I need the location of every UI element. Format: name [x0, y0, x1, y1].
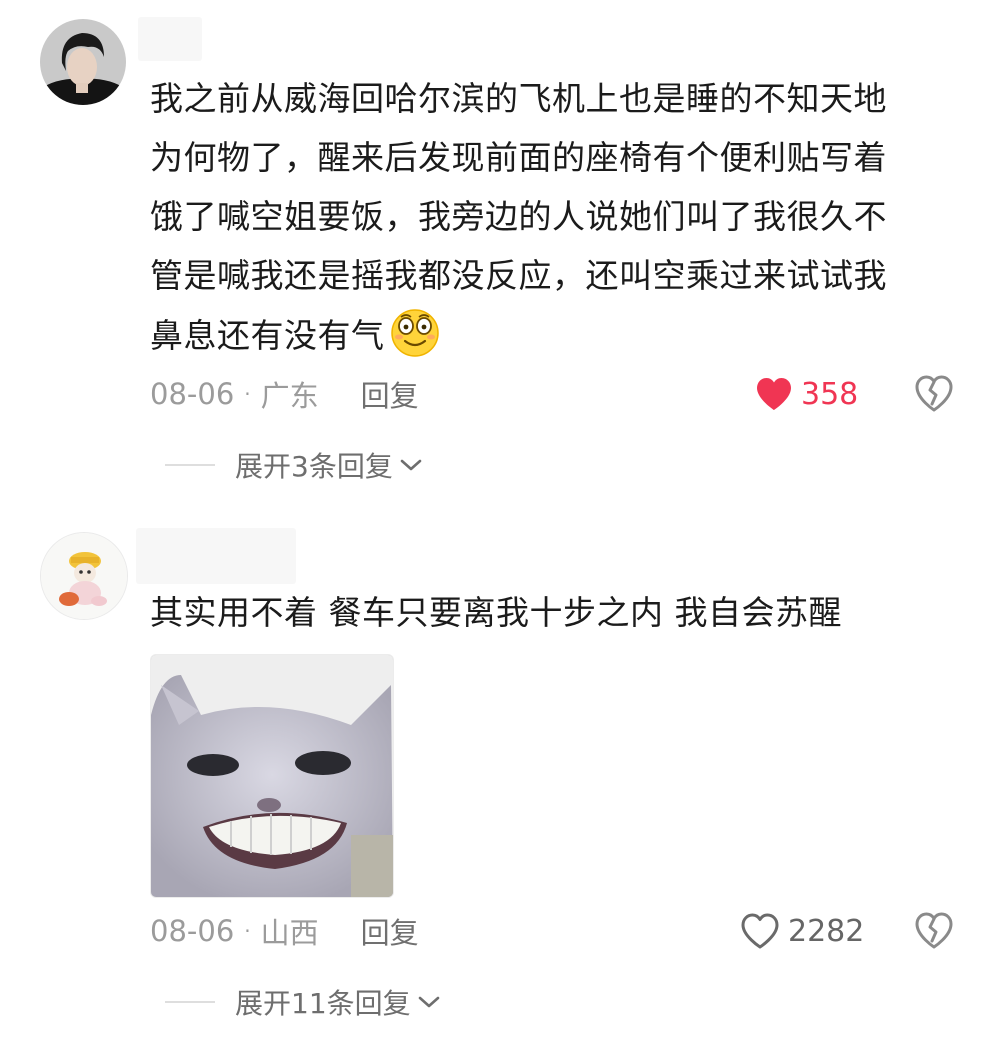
smiling-cat-meme-image[interactable] — [150, 654, 394, 898]
separator-dot: · — [244, 382, 251, 406]
avatar-image — [41, 533, 127, 619]
comment-meta: 08-06 · 山西 回复 — [150, 911, 419, 951]
username-redacted[interactable] — [136, 528, 296, 584]
broken-heart-icon — [915, 912, 953, 949]
comment-line-last: 鼻息还有没有气 — [150, 305, 950, 375]
dislike-button[interactable] — [914, 374, 954, 414]
divider-line — [165, 464, 215, 466]
dislike-button[interactable] — [914, 911, 954, 951]
chevron-down-icon — [418, 996, 439, 1008]
like-count: 358 — [801, 376, 859, 412]
comment-line: 为何物了，醒来后发现前面的座椅有个便利贴写着 — [150, 138, 887, 177]
dazed-face-emoji-icon — [387, 305, 443, 375]
comment-line: 管是喊我还是摇我都没反应，还叫空乘过来试试我 — [150, 256, 887, 295]
comment-text: 我之前从威海回哈尔滨的飞机上也是睡的不知天地 为何物了，醒来后发现前面的座椅有个… — [150, 69, 950, 375]
chevron-down-icon — [400, 459, 422, 471]
user-avatar[interactable] — [40, 19, 126, 105]
comment-location: 山西 — [260, 916, 319, 950]
divider-line — [165, 1001, 215, 1003]
like-count: 2282 — [788, 913, 865, 949]
comment-date: 08-06 — [150, 377, 235, 411]
reply-button[interactable]: 回复 — [361, 910, 419, 952]
broken-heart-icon — [915, 375, 953, 412]
comment-1: 我之前从威海回哈尔滨的飞机上也是睡的不知天地 为何物了，醒来后发现前面的座椅有个… — [0, 0, 1000, 500]
comment-location: 广东 — [260, 379, 319, 413]
user-avatar[interactable] — [40, 532, 128, 620]
heart-outline-icon — [741, 913, 779, 949]
comment-line: 我之前从威海回哈尔滨的飞机上也是睡的不知天地 — [150, 79, 887, 118]
expand-replies-label: 展开11条回复 — [235, 987, 411, 1020]
comment-meta: 08-06 · 广东 回复 — [150, 374, 419, 414]
like-button[interactable]: 2282 — [740, 911, 864, 951]
avatar-image — [40, 19, 126, 105]
smiling-cat-meme-icon — [151, 655, 393, 897]
expand-replies[interactable]: 展开11条回复 — [165, 982, 441, 1022]
separator-dot: · — [244, 919, 251, 943]
like-button[interactable]: 358 — [755, 374, 858, 414]
comment-line: 饿了喊空姐要饭，我旁边的人说她们叫了我很久不 — [150, 197, 887, 236]
expand-replies-label: 展开3条回复 — [235, 450, 393, 483]
comment-date: 08-06 — [150, 914, 235, 948]
username-redacted[interactable] — [138, 17, 202, 61]
heart-filled-icon — [757, 378, 791, 410]
reply-button[interactable]: 回复 — [361, 373, 419, 415]
comment-text: 其实用不着 餐车只要离我十步之内 我自会苏醒 — [150, 593, 842, 632]
expand-replies[interactable]: 展开3条回复 — [165, 445, 423, 485]
comment-line-text: 鼻息还有没有气 — [150, 316, 385, 355]
